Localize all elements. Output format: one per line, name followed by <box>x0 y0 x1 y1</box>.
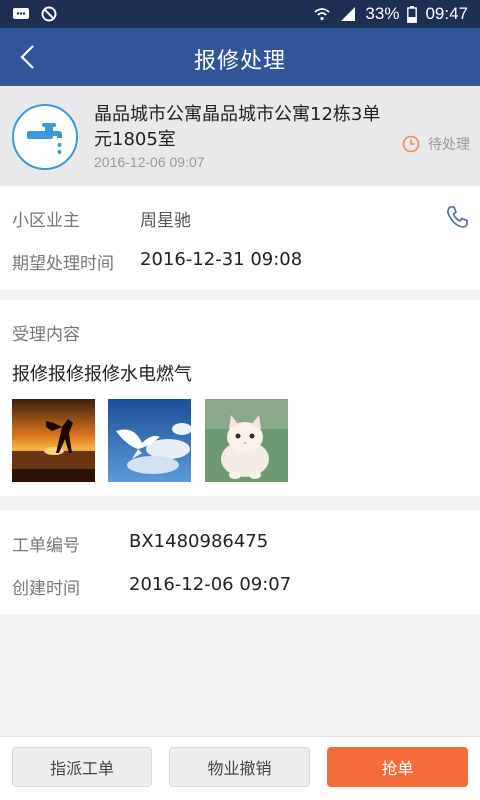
order-number-value: BX1480986475 <box>129 531 269 552</box>
wifi-icon <box>314 8 331 21</box>
status-badge: 待处理 <box>402 134 470 154</box>
status-bar: 33% 09:47 <box>0 0 480 28</box>
faucet-icon <box>27 123 62 154</box>
page-title: 报修处理 <box>193 49 286 74</box>
clock-icon <box>402 135 420 153</box>
blocked-icon <box>41 6 57 22</box>
expected-time-label: 期望处理时间 <box>12 254 114 274</box>
message-icon <box>13 8 29 19</box>
sunset-couple-photo <box>12 399 95 482</box>
order-created-value: 2016-12-06 09:07 <box>129 574 292 595</box>
order-number-label: 工单编号 <box>12 536 80 556</box>
battery-icon <box>407 5 418 23</box>
status-text: 待处理 <box>428 137 470 153</box>
content-label: 受理内容 <box>12 325 80 345</box>
signal-icon <box>341 7 356 21</box>
content-text: 报修报修报修水电燃气 <box>12 364 192 385</box>
property-revoke-button[interactable]: 物业撤销 <box>169 747 310 787</box>
thumbnail-dove[interactable] <box>108 399 191 482</box>
grab-order-button[interactable]: 抢单 <box>327 747 468 787</box>
battery-percent: 33% <box>365 4 400 23</box>
repair-created-time: 2016-12-06 09:07 <box>94 154 205 170</box>
white-kitten-photo <box>205 399 288 482</box>
thumbnail-sunset[interactable] <box>12 399 95 482</box>
repair-address: 晶品城市公寓晶品城市公寓12栋3单元1805室 <box>94 104 381 150</box>
owner-label: 小区业主 <box>12 211 80 231</box>
order-created-label: 创建时间 <box>12 579 80 599</box>
assign-order-button[interactable]: 指派工单 <box>12 747 152 787</box>
faucet-avatar <box>12 104 78 170</box>
nav-bar: 报修处理 <box>0 28 480 86</box>
white-dove-photo <box>108 399 191 482</box>
phone-icon[interactable] <box>444 204 470 230</box>
expected-time-value: 2016-12-31 09:08 <box>140 249 303 270</box>
clock: 09:47 <box>425 4 468 23</box>
thumbnail-kitten[interactable] <box>205 399 288 482</box>
owner-value: 周星驰 <box>140 211 191 231</box>
owner-section <box>0 186 480 290</box>
